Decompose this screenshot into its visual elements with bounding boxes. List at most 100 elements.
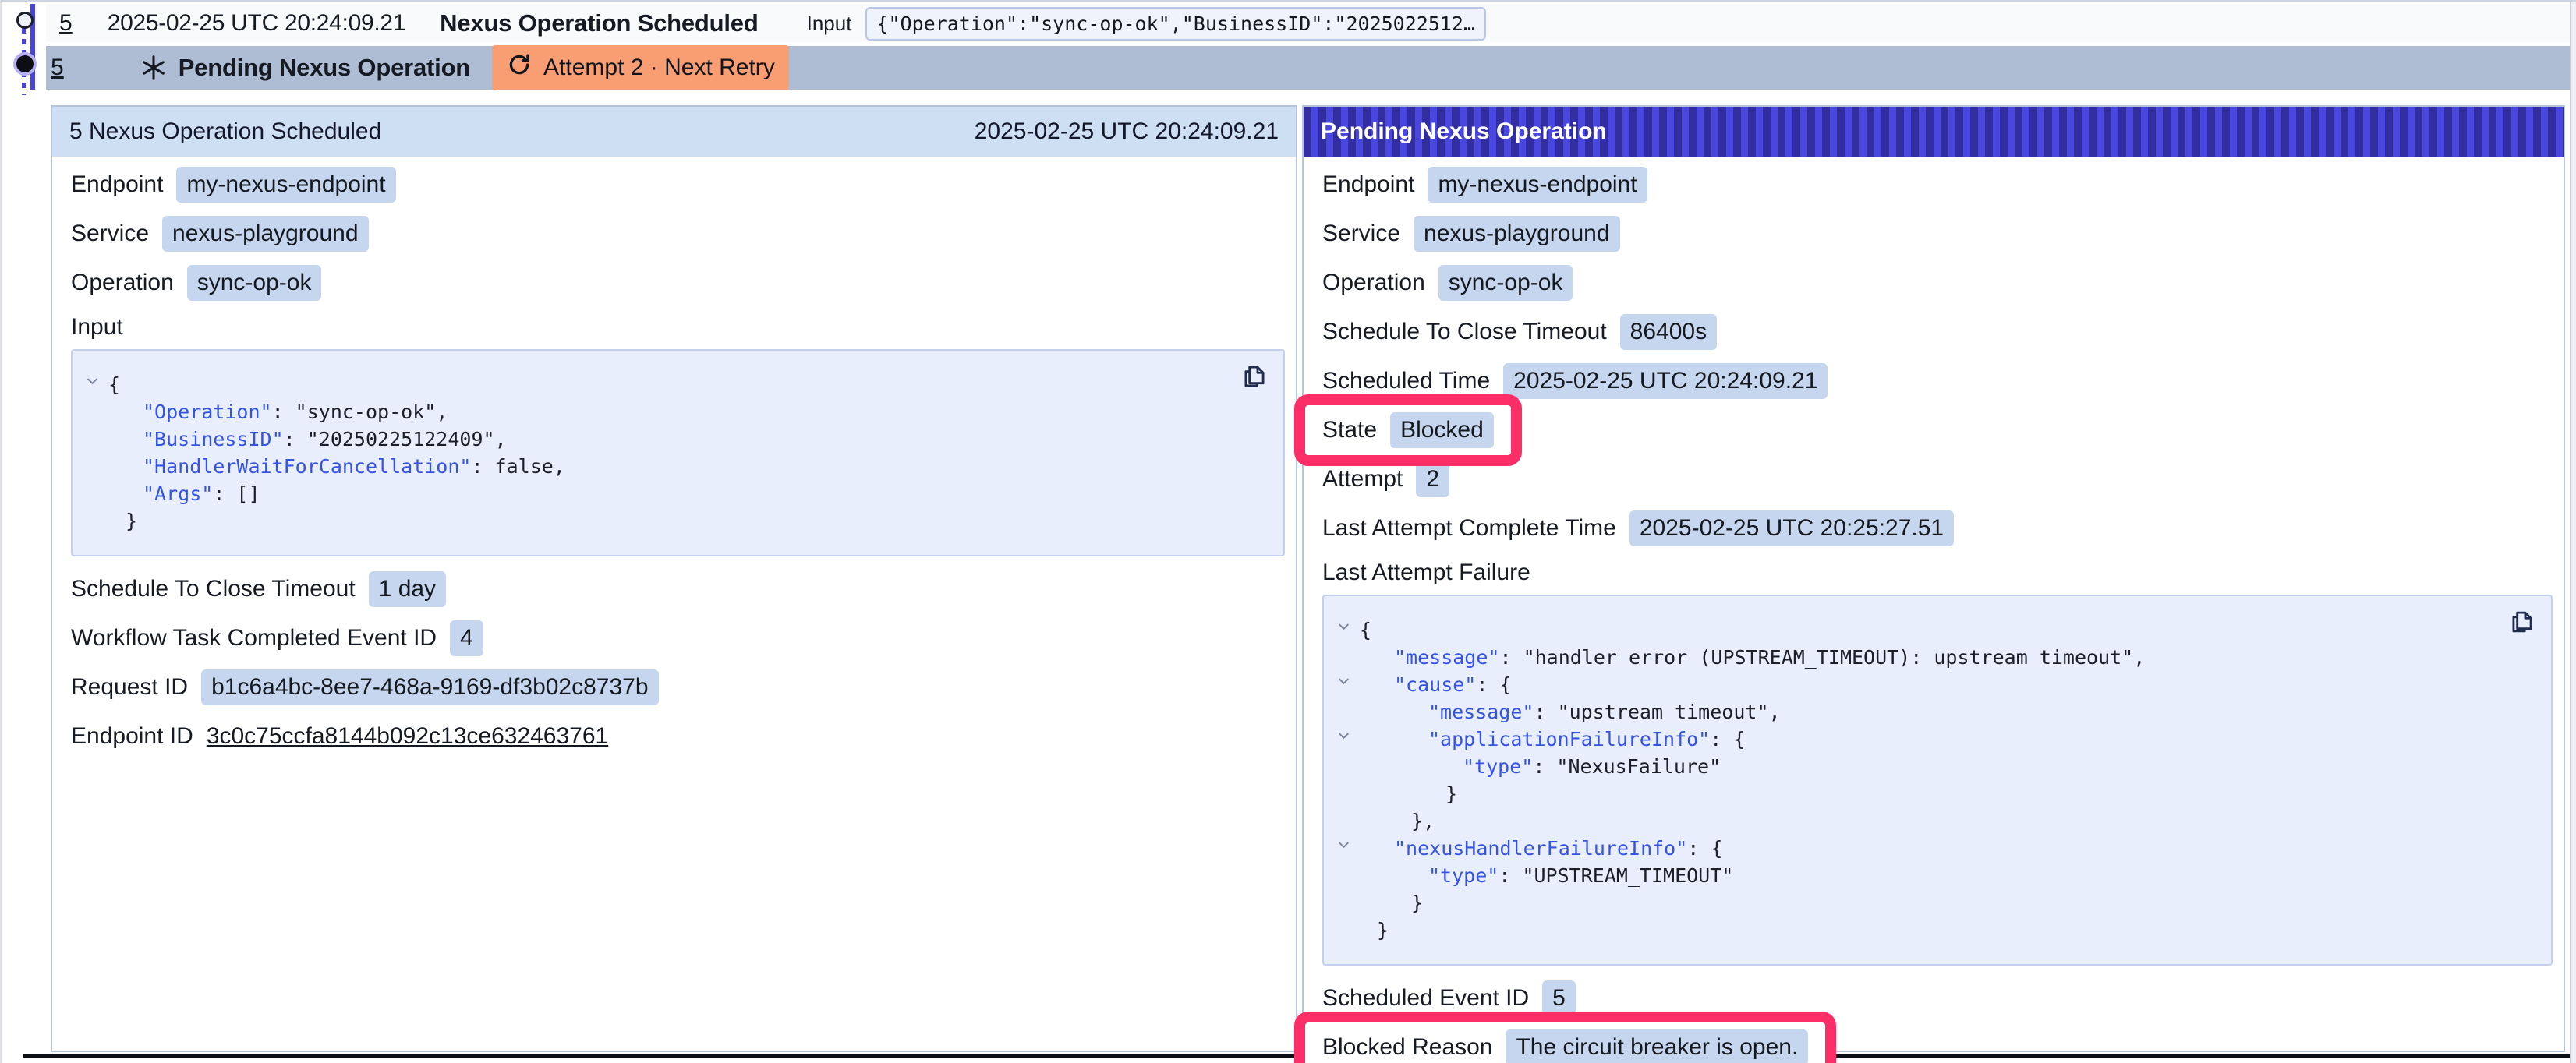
retry-icon <box>506 51 533 84</box>
field-value-request-id: b1c6a4bc-8ee7-468a-9169-df3b02c8737b <box>201 669 658 705</box>
collapse-chevron-icon[interactable] <box>1336 838 1351 853</box>
field-value-blocked-reason: The circuit breaker is open. <box>1506 1029 1808 1063</box>
field-row-workflow-task-completed-event-id: Workflow Task Completed Event ID 4 <box>71 613 1285 662</box>
json-line: { <box>73 371 1229 398</box>
field-label-state: State <box>1322 417 1377 443</box>
field-label-endpoint-id: Endpoint ID <box>71 723 193 750</box>
field-label-last-attempt-complete-time: Last Attempt Complete Time <box>1322 515 1616 542</box>
collapse-chevron-icon[interactable] <box>85 374 100 389</box>
field-label-endpoint: Endpoint <box>1322 171 1414 198</box>
json-line: "HandlerWaitForCancellation": false, <box>73 453 1229 480</box>
scheduled-panel-title: 5 Nexus Operation Scheduled <box>69 118 381 145</box>
field-label-service: Service <box>71 221 149 247</box>
json-line: "cause": { <box>1324 671 2496 698</box>
event-input-label: Input <box>807 12 852 36</box>
field-row-state: State Blocked <box>1322 405 2553 454</box>
event-detail-panel-pending: Pending Nexus Operation Endpoint my-nexus… <box>1302 105 2565 1052</box>
event-time: 2025-02-25 UTC 20:24:09.21 <box>108 10 405 37</box>
json-line: "Args": [] <box>73 480 1229 507</box>
event-input-preview-chip: {"Operation":"sync-op-ok","BusinessID":"… <box>865 7 1486 41</box>
json-line: "message": "upstream timeout", <box>1324 698 2496 726</box>
attempt-retry-label: Attempt 2 · Next Retry <box>543 55 775 81</box>
pending-panel-title: Pending Nexus Operation <box>1321 118 1607 145</box>
event-title: Nexus Operation Scheduled <box>440 9 758 37</box>
json-line: }, <box>1324 807 2496 835</box>
field-value-workflow-task-completed-event-id: 4 <box>450 620 483 656</box>
json-line: } <box>1324 916 2496 944</box>
scheduled-panel-header: 5 Nexus Operation Scheduled 2025-02-25 U… <box>52 107 1296 157</box>
scheduled-panel-time: 2025-02-25 UTC 20:24:09.21 <box>975 118 1279 145</box>
json-line: } <box>73 507 1229 535</box>
pending-event-title: Pending Nexus Operation <box>179 54 470 82</box>
collapse-chevron-icon[interactable] <box>1336 674 1351 689</box>
field-label-blocked-reason: Blocked Reason <box>1322 1034 1492 1061</box>
field-row-last-attempt-complete-time: Last Attempt Complete Time2025-02-25 UTC… <box>1322 503 2553 553</box>
field-value-scheduled-event-id: 5 <box>1542 980 1576 1016</box>
json-section-label-last-attempt-failure: Last Attempt Failure <box>1322 553 2553 593</box>
event-id-link[interactable]: 5 <box>59 10 73 37</box>
json-line: } <box>1324 889 2496 916</box>
json-line: "Operation": "sync-op-ok", <box>73 398 1229 426</box>
collapse-chevron-icon[interactable] <box>1336 729 1351 743</box>
annotation-highlight-blocked-reason: Blocked Reason The circuit breaker is ope… <box>1294 1012 1836 1063</box>
field-label-schedule-to-close-timeout: Schedule To Close Timeout <box>71 576 356 602</box>
event-row-pending-nexus-operation[interactable]: 5 Pending Nexus Operation Attempt 2 · Ne… <box>46 46 2571 90</box>
event-row-nexus-operation-scheduled[interactable]: 5 2025-02-25 UTC 20:24:09.21 Nexus Opera… <box>46 5 2571 42</box>
field-row-schedule-to-close-timeout: Schedule To Close Timeout 86400s <box>1322 307 2553 356</box>
json-viewer-last-attempt-failure: {"message": "handler error (UPSTREAM_TIM… <box>1322 595 2553 966</box>
field-row-service: Servicenexus-playground <box>1322 209 2553 258</box>
timeline-pending-dot-icon <box>16 55 34 72</box>
field-row-schedule-to-close-timeout: Schedule To Close Timeout 1 day <box>71 564 1285 613</box>
vertical-scrollbar[interactable] <box>2570 2 2576 1063</box>
field-value-scheduled-time: 2025-02-25 UTC 20:24:09.21 <box>1503 363 1828 399</box>
json-section-label-input: Input <box>71 307 1285 348</box>
field-row-service: Service nexus-playground <box>71 209 1285 258</box>
field-value-service: nexus-playground <box>1414 216 1620 252</box>
field-row-request-id: Request ID b1c6a4bc-8ee7-468a-9169-df3b02… <box>71 662 1285 712</box>
annotation-highlight-state: State Blocked <box>1294 394 1522 466</box>
field-label-scheduled-event-id: Scheduled Event ID <box>1322 985 1529 1012</box>
collapse-chevron-icon[interactable] <box>1336 620 1351 634</box>
attempt-retry-badge: Attempt 2 · Next Retry <box>492 45 789 90</box>
copy-icon[interactable] <box>2506 606 2539 638</box>
json-line: } <box>1324 780 2496 807</box>
pending-panel-body: Endpoint my-nexus-endpoint Servicenexus-pl… <box>1304 157 2564 1063</box>
asterisk-icon <box>140 54 168 82</box>
field-value-schedule-to-close-timeout: 1 day <box>369 571 446 607</box>
pending-panel-header: Pending Nexus Operation <box>1304 107 2564 157</box>
field-label-attempt: Attempt <box>1322 466 1403 493</box>
json-line: "BusinessID": "20250225122409", <box>73 426 1229 453</box>
json-line: { <box>1324 616 2496 644</box>
event-timeline-gutter <box>2 2 46 103</box>
field-value-endpoint: my-nexus-endpoint <box>176 167 395 203</box>
event-detail-panel-scheduled: 5 Nexus Operation Scheduled 2025-02-25 U… <box>51 105 1297 1052</box>
json-viewer-input: {"Operation": "sync-op-ok","BusinessID":… <box>71 349 1285 556</box>
field-value-schedule-to-close-timeout: 86400s <box>1620 314 1717 350</box>
field-row-endpoint: Endpoint my-nexus-endpoint <box>1322 160 2553 209</box>
field-label-scheduled-time: Scheduled Time <box>1322 368 1490 394</box>
field-value-operation: sync-op-ok <box>1438 265 1573 301</box>
field-value-operation: sync-op-ok <box>187 265 322 301</box>
json-line: "applicationFailureInfo": { <box>1324 726 2496 753</box>
field-value-state: Blocked <box>1390 412 1494 448</box>
field-value-service: nexus-playground <box>162 216 369 252</box>
json-line: "nexusHandlerFailureInfo": { <box>1324 835 2496 862</box>
field-value-endpoint: my-nexus-endpoint <box>1428 167 1647 203</box>
field-value-endpoint-id[interactable]: 3c0c75ccfa8144b092c13ce632463761 <box>207 723 608 750</box>
json-line: "type": "UPSTREAM_TIMEOUT" <box>1324 862 2496 889</box>
event-history-page: 5 2025-02-25 UTC 20:24:09.21 Nexus Opera… <box>0 0 2576 1063</box>
pending-event-id-link[interactable]: 5 <box>51 55 64 81</box>
field-label-operation: Operation <box>71 270 174 296</box>
scheduled-panel-body: Endpoint my-nexus-endpoint Service nexus-pl… <box>52 157 1296 761</box>
timeline-event-dot-icon <box>16 12 34 29</box>
field-label-schedule-to-close-timeout: Schedule To Close Timeout <box>1322 319 1607 345</box>
json-line: "type": "NexusFailure" <box>1324 753 2496 780</box>
field-label-request-id: Request ID <box>71 674 188 701</box>
field-row-endpoint: Endpoint my-nexus-endpoint <box>71 160 1285 209</box>
field-label-workflow-task-completed-event-id: Workflow Task Completed Event ID <box>71 625 437 652</box>
field-label-operation: Operation <box>1322 270 1425 296</box>
field-row-operation: Operation sync-op-ok <box>1322 258 2553 307</box>
copy-icon[interactable] <box>1238 360 1271 393</box>
field-label-endpoint: Endpoint <box>71 171 163 198</box>
field-value-attempt: 2 <box>1416 461 1449 497</box>
